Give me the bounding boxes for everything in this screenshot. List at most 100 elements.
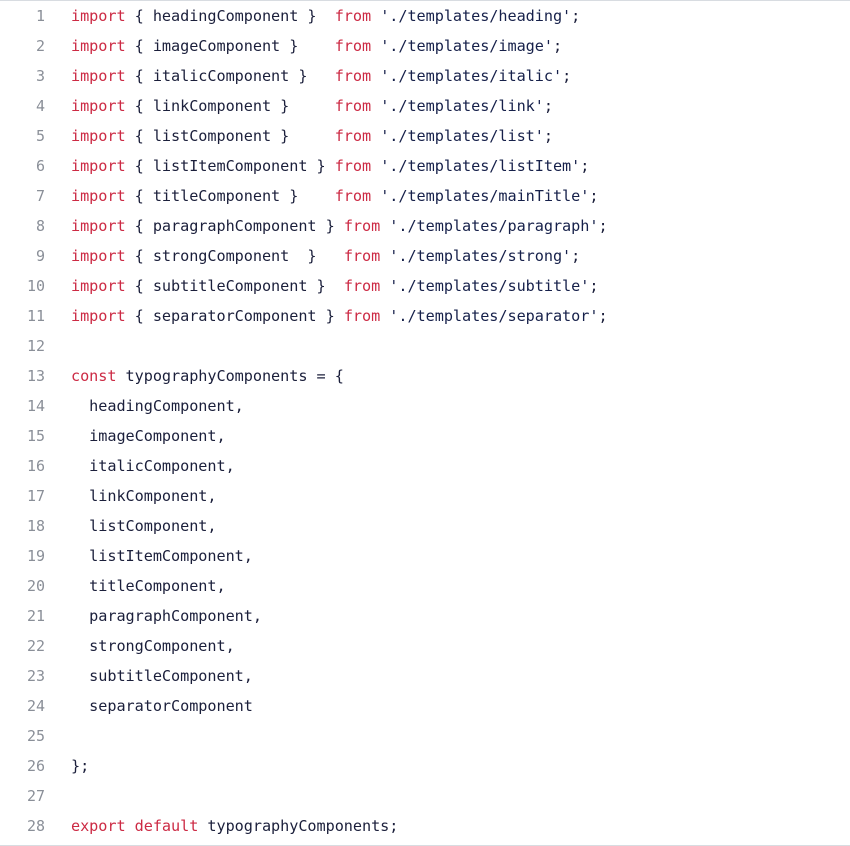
code-line[interactable]: 17 linkComponent, <box>0 481 850 511</box>
code-token-plain: listComponent, <box>71 517 217 535</box>
code-line[interactable]: 10 import { subtitleComponent } from './t… <box>0 271 850 301</box>
code-line[interactable]: 9 import { strongComponent } from './temp… <box>0 241 850 271</box>
code-token-plain: listItemComponent, <box>71 547 253 565</box>
code-line[interactable]: 19 listItemComponent, <box>0 541 850 571</box>
code-line[interactable]: 6 import { listItemComponent } from './te… <box>0 151 850 181</box>
line-content[interactable]: strongComponent, <box>45 631 235 661</box>
line-content[interactable]: listItemComponent, <box>45 541 253 571</box>
line-content[interactable]: import { paragraphComponent } from './te… <box>45 211 608 241</box>
code-token-plain: { imageComponent } <box>125 37 335 55</box>
line-content[interactable]: import { listComponent } from './templat… <box>45 121 553 151</box>
line-content[interactable]: import { italicComponent } from './templ… <box>45 61 571 91</box>
line-number: 15 <box>26 427 45 445</box>
line-number: 21 <box>26 607 45 625</box>
line-content[interactable]: import { separatorComponent } from './te… <box>45 301 608 331</box>
line-content[interactable]: const typographyComponents = { <box>45 361 344 391</box>
line-number: 6 <box>35 157 45 175</box>
code-line[interactable]: 22 strongComponent, <box>0 631 850 661</box>
line-content[interactable]: import { linkComponent } from './templat… <box>45 91 553 121</box>
code-viewer[interactable]: 1 import { headingComponent } from './tem… <box>0 0 850 846</box>
code-token-plain: subtitleComponent, <box>71 667 253 685</box>
line-content[interactable]: export default typographyComponents; <box>45 811 398 841</box>
code-line[interactable]: 28 export default typographyComponents; <box>0 811 850 841</box>
code-line[interactable]: 20 titleComponent, <box>0 571 850 601</box>
code-token-plain: { subtitleComponent } <box>125 277 344 295</box>
code-line[interactable]: 8 import { paragraphComponent } from './t… <box>0 211 850 241</box>
code-line[interactable]: 15 imageComponent, <box>0 421 850 451</box>
line-number: 13 <box>26 367 45 385</box>
line-content[interactable]: }; <box>45 751 89 781</box>
code-line[interactable]: 13 const typographyComponents = { <box>0 361 850 391</box>
code-line[interactable]: 1 import { headingComponent } from './tem… <box>0 1 850 31</box>
code-line[interactable]: 27 <box>0 781 850 811</box>
code-line[interactable]: 7 import { titleComponent } from './templ… <box>0 181 850 211</box>
code-line[interactable]: 26}; <box>0 751 850 781</box>
line-number: 19 <box>26 547 45 565</box>
line-content[interactable]: headingComponent, <box>45 391 244 421</box>
code-token-punct: ; <box>580 157 590 175</box>
line-content[interactable] <box>45 721 80 751</box>
line-number: 2 <box>35 37 45 55</box>
code-line[interactable]: 23 subtitleComponent, <box>0 661 850 691</box>
code-token-string: './templates/separator' <box>389 307 599 325</box>
line-content[interactable]: titleComponent, <box>45 571 226 601</box>
code-token-keyword: default <box>134 817 199 835</box>
code-token-string: './templates/mainTitle' <box>380 187 590 205</box>
code-token-punct: ; <box>598 307 608 325</box>
line-content[interactable]: import { imageComponent } from './templa… <box>45 31 562 61</box>
code-line[interactable]: 14 headingComponent, <box>0 391 850 421</box>
code-line[interactable]: 5 import { listComponent } from './templa… <box>0 121 850 151</box>
line-content[interactable] <box>45 331 80 361</box>
code-line[interactable]: 24 separatorComponent <box>0 691 850 721</box>
code-line[interactable]: 18 listComponent, <box>0 511 850 541</box>
code-line[interactable]: 12 <box>0 331 850 361</box>
code-token-keyword: from <box>334 127 372 145</box>
code-line[interactable]: 16 italicComponent, <box>0 451 850 481</box>
code-token-string: './templates/list' <box>380 127 544 145</box>
code-token-plain: { listItemComponent } <box>125 157 335 175</box>
code-token-keyword: import <box>71 157 126 175</box>
code-line[interactable]: 2 import { imageComponent } from './templ… <box>0 31 850 61</box>
code-token-plain: { italicComponent } <box>125 67 335 85</box>
line-number: 7 <box>35 187 45 205</box>
line-content[interactable]: separatorComponent <box>45 691 253 721</box>
code-token-plain: }; <box>71 757 90 775</box>
line-content[interactable] <box>45 781 80 811</box>
line-content[interactable]: import { titleComponent } from './templa… <box>45 181 598 211</box>
code-token-plain: { titleComponent } <box>125 187 335 205</box>
code-token-keyword: from <box>343 307 381 325</box>
line-content[interactable]: import { listItemComponent } from './tem… <box>45 151 589 181</box>
code-token-keyword: import <box>71 67 126 85</box>
line-content[interactable]: import { subtitleComponent } from './tem… <box>45 271 598 301</box>
code-token-keyword: import <box>71 97 126 115</box>
code-line[interactable]: 11 import { separatorComponent } from './… <box>0 301 850 331</box>
code-token-plain: titleComponent, <box>71 577 226 595</box>
code-token-plain: { linkComponent } <box>125 97 335 115</box>
line-content[interactable]: import { headingComponent } from './temp… <box>45 1 580 31</box>
code-line[interactable]: 25 <box>0 721 850 751</box>
code-token-plain: imageComponent, <box>71 427 226 445</box>
line-number: 23 <box>26 667 45 685</box>
code-token-plain: italicComponent, <box>71 457 235 475</box>
line-content[interactable]: linkComponent, <box>45 481 216 511</box>
code-token-string: './templates/subtitle' <box>389 277 590 295</box>
line-content[interactable]: listComponent, <box>45 511 217 541</box>
line-content[interactable]: imageComponent, <box>45 421 226 451</box>
code-token-keyword: export <box>71 817 126 835</box>
code-token-punct: ; <box>552 37 563 55</box>
line-content[interactable]: subtitleComponent, <box>45 661 253 691</box>
line-content[interactable]: import { strongComponent } from './templ… <box>45 241 580 271</box>
code-token-string: './templates/link' <box>380 97 544 115</box>
code-line[interactable]: 3 import { italicComponent } from './temp… <box>0 61 850 91</box>
line-content[interactable]: italicComponent, <box>45 451 235 481</box>
code-token-plain: typographyComponents = { <box>116 367 344 385</box>
code-line[interactable]: 21 paragraphComponent, <box>0 601 850 631</box>
line-content[interactable]: paragraphComponent, <box>45 601 262 631</box>
code-token-keyword: import <box>71 7 126 25</box>
code-line[interactable]: 4 import { linkComponent } from './templa… <box>0 91 850 121</box>
line-number: 14 <box>26 397 45 415</box>
code-token-punct: ; <box>543 97 553 115</box>
code-token-string: './templates/heading' <box>380 7 572 25</box>
code-token-plain: { paragraphComponent } <box>125 217 344 235</box>
